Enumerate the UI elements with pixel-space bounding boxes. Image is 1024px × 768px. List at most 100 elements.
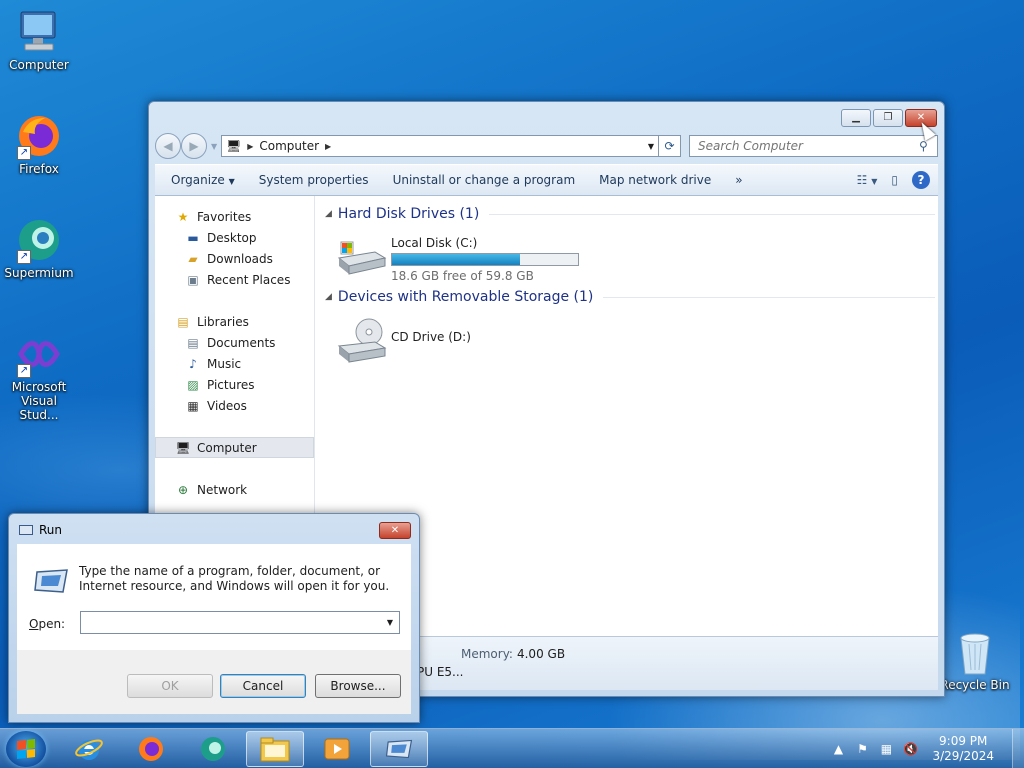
system-properties-button[interactable]: System properties bbox=[247, 173, 381, 187]
star-icon: ★ bbox=[177, 209, 189, 224]
refresh-button[interactable]: ⟳ bbox=[659, 135, 681, 157]
back-button[interactable]: ◀ bbox=[155, 133, 181, 159]
show-hidden-icons-button[interactable]: ▲ bbox=[830, 741, 846, 757]
restore-button[interactable]: ❐ bbox=[873, 109, 903, 127]
taskbar-firefox[interactable] bbox=[122, 731, 180, 767]
shortcut-arrow-icon: ↗ bbox=[17, 250, 31, 264]
group-removable-storage[interactable]: ◢ Devices with Removable Storage (1) bbox=[325, 289, 935, 305]
uninstall-program-button[interactable]: Uninstall or change a program bbox=[381, 173, 588, 187]
taskbar-internet-explorer[interactable] bbox=[60, 731, 118, 767]
search-input[interactable] bbox=[698, 139, 919, 153]
address-dropdown-icon[interactable]: ▼ bbox=[644, 142, 658, 151]
nav-label: Downloads bbox=[207, 251, 273, 266]
forward-button[interactable]: ▶ bbox=[181, 133, 207, 159]
volume-muted-icon[interactable]: 🔇 bbox=[902, 741, 918, 757]
help-icon[interactable]: ? bbox=[912, 171, 930, 189]
search-icon[interactable]: ⚲ bbox=[919, 139, 937, 153]
taskbar-windows-explorer[interactable] bbox=[246, 731, 304, 767]
nav-libraries[interactable]: ▤ Libraries bbox=[155, 311, 314, 332]
visual-studio-icon: ↗ bbox=[15, 330, 63, 378]
dialog-message: Type the name of a program, folder, docu… bbox=[79, 564, 390, 593]
dialog-body: Type the name of a program, folder, docu… bbox=[17, 544, 411, 714]
breadcrumb-computer[interactable]: Computer bbox=[259, 139, 319, 153]
search-box[interactable]: ⚲ bbox=[689, 135, 938, 157]
drive-usage-fill bbox=[392, 254, 521, 265]
nav-videos[interactable]: ▦ Videos bbox=[155, 395, 314, 416]
documents-icon: ▤ bbox=[187, 335, 199, 350]
pictures-icon: ▨ bbox=[187, 377, 199, 392]
taskbar-supermium[interactable] bbox=[184, 731, 242, 767]
nav-favorites[interactable]: ★ Favorites bbox=[155, 206, 314, 227]
memory-value: 4.00 GB bbox=[516, 647, 566, 661]
start-button[interactable] bbox=[6, 731, 46, 767]
desktop-icon-firefox[interactable]: ↗ Firefox bbox=[1, 112, 77, 176]
nav-recent-places[interactable]: ▣ Recent Places bbox=[155, 269, 314, 290]
cd-drive-icon bbox=[335, 316, 387, 364]
more-commands-button[interactable]: » bbox=[723, 173, 754, 187]
nav-label: Libraries bbox=[197, 314, 249, 329]
address-bar[interactable]: 🖥 ▶ Computer ▶ ▼ bbox=[221, 135, 659, 157]
clock[interactable]: 9:09 PM 3/29/2024 bbox=[932, 734, 994, 764]
nav-pictures[interactable]: ▨ Pictures bbox=[155, 374, 314, 395]
browse-button[interactable]: Browse... bbox=[315, 674, 401, 698]
open-input[interactable] bbox=[81, 612, 381, 633]
nav-desktop[interactable]: ▬ Desktop bbox=[155, 227, 314, 248]
chevron-down-icon: ▼ bbox=[228, 177, 235, 186]
taskbar-run[interactable] bbox=[370, 731, 428, 767]
preview-pane-icon[interactable]: ▯ bbox=[891, 173, 898, 187]
collapse-triangle-icon[interactable]: ◢ bbox=[325, 209, 332, 219]
open-label: Open: bbox=[29, 617, 66, 631]
downloads-folder-icon: ▰ bbox=[188, 251, 198, 266]
chevron-down-icon[interactable]: ▼ bbox=[381, 612, 399, 633]
drive-cd-d[interactable]: CD Drive (D:) bbox=[335, 316, 471, 364]
group-title: Devices with Removable Storage (1) bbox=[337, 289, 594, 305]
memory-info: Memory: 4.00 GB bbox=[461, 647, 565, 661]
memory-label: Memory: bbox=[461, 647, 513, 661]
shortcut-arrow-icon: ↗ bbox=[17, 364, 31, 378]
group-hard-disk-drives[interactable]: ◢ Hard Disk Drives (1) bbox=[325, 206, 935, 222]
show-desktop-button[interactable] bbox=[1012, 729, 1024, 768]
supermium-icon: ↗ bbox=[15, 216, 63, 264]
collapse-triangle-icon[interactable]: ◢ bbox=[325, 292, 332, 302]
breadcrumb-separator-icon[interactable]: ▶ bbox=[247, 142, 253, 151]
cancel-button[interactable]: Cancel bbox=[220, 674, 306, 698]
map-network-drive-button[interactable]: Map network drive bbox=[587, 173, 723, 187]
desktop-icon-label: Recycle Bin bbox=[940, 678, 1010, 692]
drive-local-disk-c[interactable]: Local Disk (C:) 18.6 GB free of 59.8 GB bbox=[335, 232, 579, 283]
open-combobox[interactable]: ▼ bbox=[80, 611, 400, 634]
nav-network[interactable]: ⊕ Network bbox=[155, 479, 314, 500]
desktop-icon-recycle-bin[interactable]: Recycle Bin bbox=[937, 630, 1013, 692]
action-center-flag-icon[interactable]: ⚑ bbox=[854, 741, 870, 757]
taskbar-media-player[interactable] bbox=[308, 731, 366, 767]
desktop-icon-visual-studio[interactable]: ↗ Microsoft Visual Stud... bbox=[1, 330, 77, 422]
minimize-button[interactable]: ▁ bbox=[841, 109, 871, 127]
internet-explorer-icon bbox=[75, 739, 103, 760]
navigation-bar: ◀ ▶ ▼ 🖥 ▶ Computer ▶ ▼ ⟳ ⚲ bbox=[155, 133, 938, 159]
drive-name: CD Drive (D:) bbox=[391, 330, 471, 344]
desktop-icon-supermium[interactable]: ↗ Supermium bbox=[1, 216, 77, 280]
nav-documents[interactable]: ▤ Documents bbox=[155, 332, 314, 353]
clock-date: 3/29/2024 bbox=[932, 749, 994, 763]
command-bar: Organize ▼ System properties Uninstall o… bbox=[155, 164, 938, 196]
drive-name: Local Disk (C:) bbox=[391, 236, 478, 250]
organize-menu[interactable]: Organize ▼ bbox=[159, 173, 247, 187]
nav-arrows: ◀ ▶ bbox=[155, 133, 207, 159]
close-button[interactable]: ✕ bbox=[379, 522, 411, 539]
nav-computer[interactable]: 🖥 Computer bbox=[155, 437, 314, 458]
firefox-icon: ↗ bbox=[15, 112, 63, 160]
breadcrumb-separator-icon[interactable]: ▶ bbox=[325, 142, 331, 151]
nav-downloads[interactable]: ▰ Downloads bbox=[155, 248, 314, 269]
run-dialog: Run ✕ Type the name of a program, folder… bbox=[8, 513, 420, 723]
nav-label: Computer bbox=[197, 440, 257, 455]
dialog-title-bar[interactable]: Run bbox=[19, 523, 62, 537]
nav-music[interactable]: ♪ Music bbox=[155, 353, 314, 374]
drive-usage-bar bbox=[391, 253, 579, 266]
nav-label: Desktop bbox=[207, 230, 257, 245]
change-view-icon[interactable]: ☷ ▼ bbox=[857, 173, 878, 187]
desktop-icon-computer[interactable]: Computer bbox=[1, 8, 77, 72]
ok-button[interactable]: OK bbox=[127, 674, 213, 698]
videos-icon: ▦ bbox=[187, 398, 199, 413]
desktop-icon-label: Firefox bbox=[19, 162, 59, 176]
network-icon[interactable]: ▦ bbox=[878, 741, 894, 757]
recent-pages-dropdown[interactable]: ▼ bbox=[211, 142, 221, 151]
